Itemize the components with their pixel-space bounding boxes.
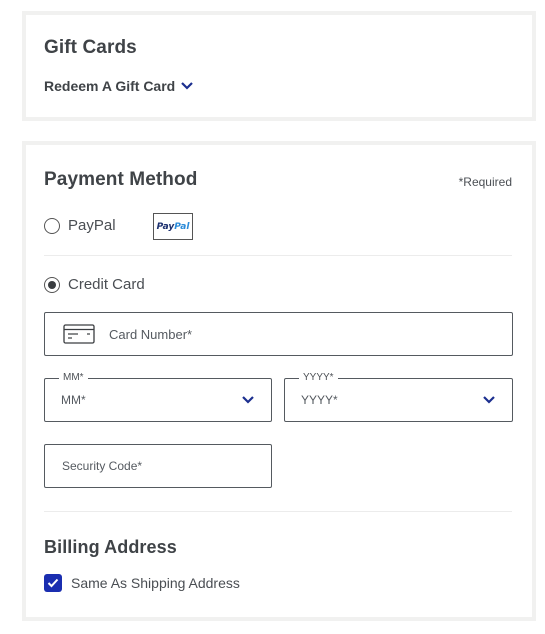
expiry-year-select[interactable]: YYYY* YYYY* [284, 372, 513, 422]
card-number-input[interactable]: Card Number* [44, 312, 513, 356]
paypal-option[interactable]: PayPal [44, 217, 116, 234]
divider [44, 255, 512, 256]
expiry-year-value: YYYY* [301, 393, 338, 407]
required-note: *Required [458, 175, 512, 189]
chevron-down-icon [242, 396, 254, 404]
divider [44, 511, 512, 512]
card-number-placeholder: Card Number* [109, 326, 193, 342]
paypal-label: PayPal [68, 217, 116, 234]
paypal-logo: Pay Pal [153, 213, 193, 240]
billing-address-title: Billing Address [44, 537, 177, 557]
same-as-shipping-label: Same As Shipping Address [71, 575, 240, 591]
credit-card-label: Credit Card [68, 276, 145, 293]
paypal-logo-pay: Pay [156, 221, 175, 232]
paypal-radio[interactable] [44, 217, 60, 234]
same-as-shipping-option[interactable]: Same As Shipping Address [44, 574, 240, 592]
credit-card-option[interactable]: Credit Card [44, 276, 145, 293]
payment-method-panel: Payment Method *Required PayPal Pay Pal C… [22, 141, 536, 621]
same-as-shipping-checkbox[interactable] [44, 574, 62, 592]
redeem-gift-card-toggle[interactable]: Redeem A Gift Card [44, 78, 194, 94]
gift-cards-title: Gift Cards [44, 37, 137, 58]
gift-cards-panel: Gift Cards Redeem A Gift Card [22, 11, 536, 121]
expiry-month-value: MM* [61, 393, 86, 407]
expiry-year-legend: YYYY* [299, 372, 338, 384]
chevron-down-icon [483, 396, 495, 404]
expiry-month-select[interactable]: MM* MM* [44, 372, 272, 422]
security-code-placeholder: Security Code* [62, 459, 143, 473]
credit-card-icon [63, 324, 95, 344]
credit-card-radio[interactable] [44, 276, 60, 293]
payment-method-title: Payment Method [44, 169, 198, 190]
redeem-gift-card-label: Redeem A Gift Card [44, 78, 176, 94]
chevron-down-icon [181, 82, 193, 90]
expiry-month-legend: MM* [59, 372, 88, 384]
radio-selected-dot [48, 280, 56, 289]
paypal-logo-pal: Pal [174, 221, 190, 232]
security-code-input[interactable]: Security Code* [44, 444, 272, 488]
checkmark-icon [47, 578, 59, 588]
